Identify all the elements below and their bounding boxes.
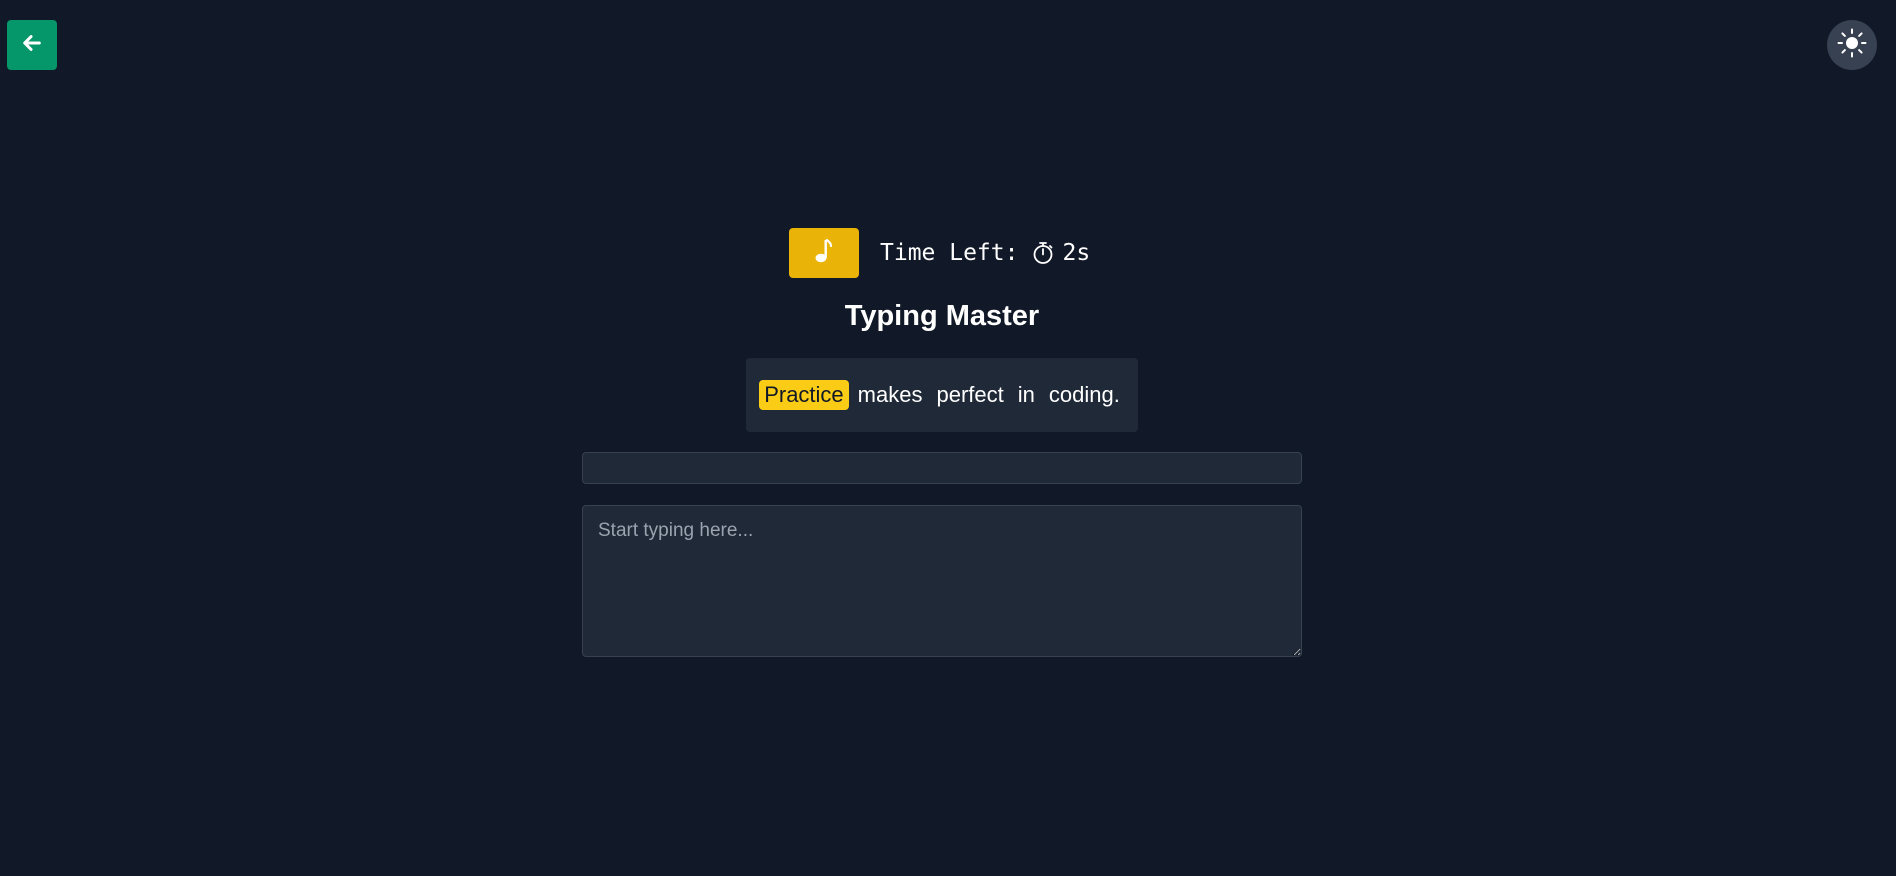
sentence-word: perfect — [936, 382, 1004, 407]
timer: Time Left: 2s — [880, 240, 1090, 266]
back-button[interactable] — [7, 20, 57, 70]
music-toggle-button[interactable] — [789, 228, 859, 278]
sentence-word: coding. — [1048, 382, 1120, 407]
progress-bar — [582, 452, 1302, 484]
stopwatch-icon — [1032, 241, 1054, 265]
sentence-word: Practice — [759, 380, 849, 410]
typing-input[interactable] — [582, 505, 1302, 657]
target-sentence: Practice makes perfect in coding. — [746, 358, 1138, 432]
typing-game-page: Time Left: 2s Typing Master Practice mak… — [0, 0, 1896, 876]
timer-label: Time Left: — [880, 240, 1019, 266]
sentence-word: makes — [857, 382, 923, 407]
sentence-word: in — [1017, 382, 1035, 407]
sun-icon — [1837, 28, 1867, 63]
music-note-icon — [814, 238, 834, 269]
timer-value: 2s — [1062, 240, 1091, 266]
page-title: Typing Master — [844, 300, 1040, 332]
arrow-left-icon — [21, 32, 43, 59]
theme-toggle-button[interactable] — [1827, 20, 1877, 70]
game-controls: Time Left: 2s — [789, 228, 1090, 278]
